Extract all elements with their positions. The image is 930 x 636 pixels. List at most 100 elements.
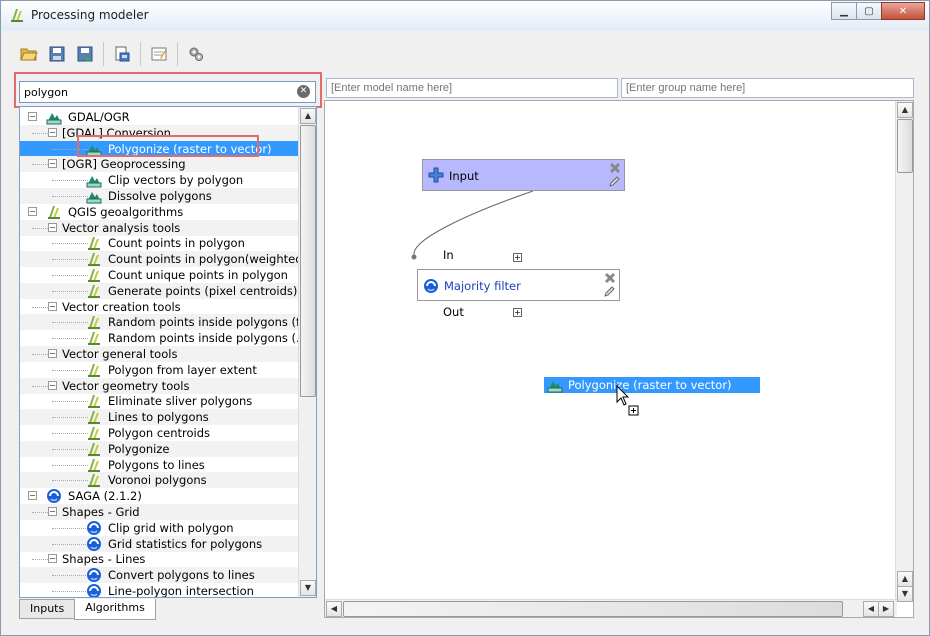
gdal-icon (86, 176, 102, 188)
collapse-icon[interactable]: − (28, 491, 37, 501)
tree-algorithm-item[interactable]: Clip vectors by polygon (20, 172, 298, 188)
canvas-scroll-right-button[interactable]: ▶ (878, 601, 894, 617)
tree-group-item[interactable]: − Vector analysis tools (20, 219, 298, 236)
collapse-icon[interactable]: − (48, 301, 57, 311)
tree-group-item[interactable]: − Shapes - Grid (20, 504, 298, 520)
tree-group-item[interactable]: − Vector creation tools (20, 299, 298, 315)
collapse-icon[interactable]: − (48, 380, 57, 390)
tree-group-item[interactable]: − [OGR] Geoprocessing (20, 156, 298, 173)
edit-pencil-icon[interactable] (608, 175, 621, 188)
model-name-input[interactable] (326, 78, 618, 98)
tree-connector (52, 591, 88, 592)
collapse-icon[interactable]: − (48, 554, 57, 564)
tree-group-item[interactable]: − Vector general tools (20, 346, 298, 362)
collapse-icon[interactable]: − (48, 349, 57, 358)
open-model-button[interactable] (15, 40, 43, 68)
run-model-button[interactable] (182, 40, 210, 68)
toolbar (15, 39, 210, 69)
expand-inputs-icon[interactable]: + (513, 253, 522, 262)
tree-vertical-scrollbar[interactable]: ▲ ▼ (298, 107, 316, 597)
tree-algorithm-item[interactable]: Dissolve polygons (20, 188, 298, 204)
remove-icon[interactable] (609, 162, 621, 174)
canvas-scroll-down-button[interactable]: ▼ (897, 586, 913, 602)
tab-inputs[interactable]: Inputs (19, 599, 76, 619)
algorithm-search-input[interactable] (19, 81, 316, 103)
tree-algorithm-item[interactable]: Grid statistics for polygons (20, 535, 298, 552)
saga-icon (87, 536, 101, 551)
saga-icon (87, 520, 101, 535)
tree-item-label: Vector analysis tools (62, 220, 181, 235)
tree-algorithm-item[interactable]: Count points in polygon (20, 235, 298, 251)
tree-connector (52, 464, 88, 466)
tree-item-label: GDAL/OGR (68, 110, 130, 124)
edit-help-button[interactable] (145, 40, 173, 68)
gdal-icon (547, 381, 563, 393)
tree-group-item[interactable]: − GDAL/OGR (20, 109, 298, 125)
export-image-button[interactable] (108, 40, 136, 68)
remove-icon[interactable] (604, 272, 616, 284)
tree-algorithm-item[interactable]: Polygonize (20, 440, 298, 457)
close-window-button[interactable]: ✕ (881, 2, 925, 20)
canvas-scroll-up-button[interactable]: ▲ (897, 102, 913, 118)
tree-algorithm-item[interactable]: Lines to polygons (20, 409, 298, 426)
tab-algorithms[interactable]: Algorithms (74, 599, 156, 620)
tree-algorithm-item[interactable]: Polygons to lines (20, 457, 298, 473)
qgis-icon (88, 284, 100, 298)
export-image-icon (115, 46, 130, 62)
tree-algorithm-item[interactable]: Convert polygons to lines (20, 567, 298, 584)
collapse-icon[interactable]: − (48, 159, 57, 169)
tree-connector (52, 322, 88, 324)
saga-icon (47, 489, 61, 504)
scroll-up-button[interactable]: ▲ (300, 108, 316, 124)
save-model-button[interactable] (43, 40, 71, 68)
canvas-scroll-up-button-2[interactable]: ▲ (897, 571, 913, 587)
dragged-algorithm-item[interactable]: Polygonize (raster to vector) (544, 377, 760, 393)
tree-group-item[interactable]: − Shapes - Lines (20, 551, 298, 567)
minimize-button[interactable]: ▁ (831, 2, 857, 20)
model-canvas[interactable]: Input In + Majority filter Out + Polygon… (324, 100, 914, 618)
tree-algorithm-item[interactable]: Count unique points in polygon (20, 267, 298, 283)
expand-outputs-icon[interactable]: + (513, 308, 522, 317)
majority-filter-node[interactable]: Majority filter (417, 269, 620, 301)
toolbar-separator (177, 42, 178, 66)
window-title: Processing modeler (31, 8, 149, 22)
clear-search-icon[interactable]: ✕ (297, 85, 310, 98)
canvas-horizontal-thumb[interactable] (343, 601, 843, 617)
tree-algorithm-item[interactable]: Polygon centroids (20, 425, 298, 441)
tree-connector (52, 448, 88, 450)
tree-group-item[interactable]: − Vector geometry tools (20, 377, 298, 394)
save-as-model-button[interactable] (71, 40, 99, 68)
input-node[interactable]: Input (422, 159, 625, 191)
canvas-vertical-thumb[interactable] (897, 119, 913, 173)
tree-algorithm-item[interactable]: Clip grid with polygon (20, 520, 298, 536)
collapse-icon[interactable]: − (28, 112, 37, 121)
canvas-scroll-left-button-2[interactable]: ◀ (863, 601, 879, 617)
collapse-icon[interactable]: − (48, 507, 57, 516)
canvas-vertical-scrollbar[interactable]: ▲ ▲ ▼ (895, 101, 913, 602)
tree-algorithm-item[interactable]: Eliminate sliver polygons (20, 393, 298, 409)
tree-algorithm-item[interactable]: Polygon from layer extent (20, 362, 298, 378)
tree-algorithm-item[interactable]: Count points in polygon(weighted) (20, 251, 307, 268)
canvas-horizontal-scrollbar[interactable]: ◀ ◀ ▶ (325, 599, 897, 617)
scroll-down-button[interactable]: ▼ (300, 580, 316, 596)
collapse-icon[interactable]: − (48, 127, 57, 137)
edit-pencil-icon[interactable] (603, 285, 616, 298)
toolbar-separator (140, 42, 141, 66)
maximize-button[interactable]: ▢ (856, 2, 882, 20)
canvas-scroll-left-button[interactable]: ◀ (326, 601, 342, 617)
saga-icon (87, 568, 101, 583)
polygonize-highlight-frame (77, 135, 259, 157)
tree-connector (52, 243, 88, 245)
collapse-icon[interactable]: − (28, 206, 37, 216)
tree-algorithm-item[interactable]: Voronoi polygons (20, 472, 298, 489)
collapse-icon[interactable]: − (48, 222, 57, 232)
scroll-thumb[interactable] (300, 125, 316, 397)
tree-algorithm-item[interactable]: Line-polygon intersection (20, 583, 298, 597)
title-bar[interactable]: Processing modeler ▁ ▢ ✕ (1, 1, 929, 31)
tree-algorithm-item[interactable]: Random points inside polygons (f... (20, 314, 310, 331)
tree-algorithm-item[interactable]: Generate points (pixel centroids) i... (20, 282, 315, 299)
tree-group-item[interactable]: − QGIS geoalgorithms (20, 204, 298, 220)
group-name-input[interactable] (621, 78, 914, 98)
tree-group-item[interactable]: − SAGA (2.1.2) (20, 488, 298, 504)
tree-algorithm-item[interactable]: Random points inside polygons (... (20, 330, 307, 346)
